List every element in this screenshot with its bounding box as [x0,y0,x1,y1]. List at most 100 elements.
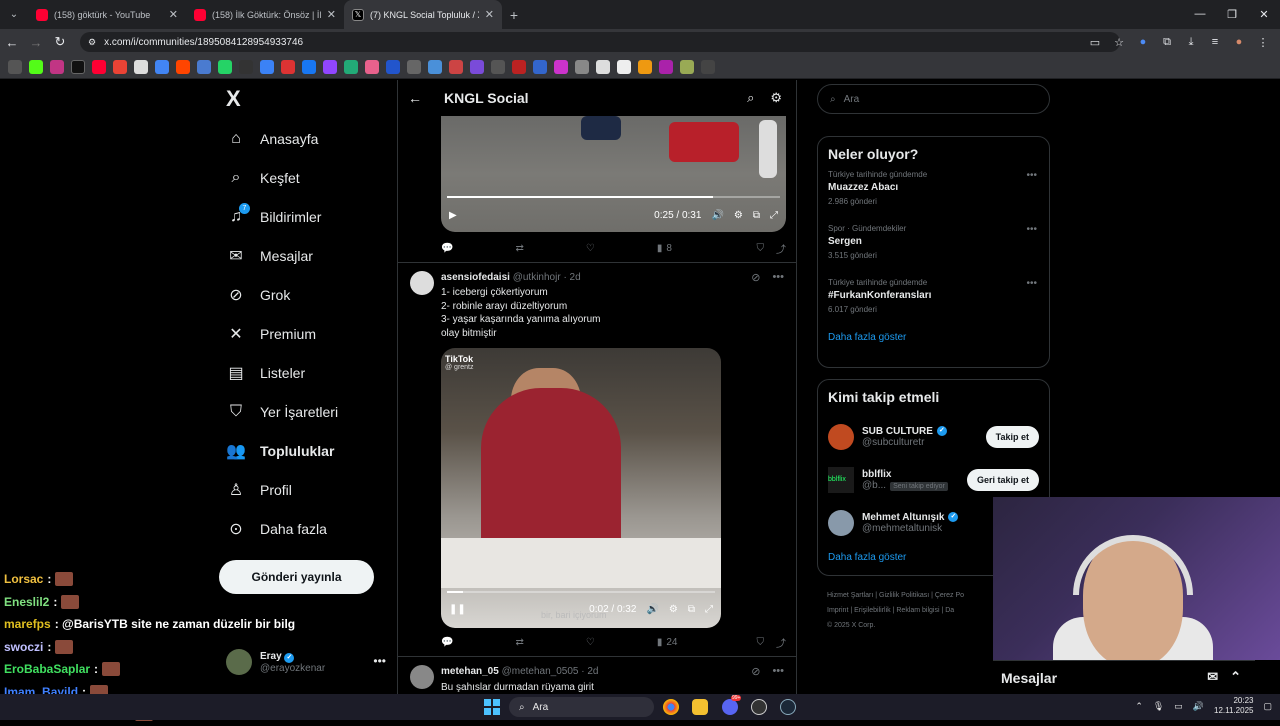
post[interactable]: metehan_05 @metehan_0505 · 2d ⊘ ••• Bu ş… [398,657,796,694]
browser-tab-active[interactable]: 𝕏 (7) KNGL Social Topluluk / X ✕ [344,0,502,29]
more-icon[interactable]: ••• [1026,170,1037,181]
trend-item[interactable]: Türkiye tarihinde gündemde Muazzez Abacı… [818,162,1049,216]
bookmark-icon[interactable] [449,59,463,74]
more-icon[interactable]: ••• [1026,278,1037,289]
x-logo[interactable]: X [226,86,241,112]
new-tab-button[interactable]: + [502,0,526,29]
post-author[interactable]: asensiofedaisi [441,272,510,283]
bookmark-icon[interactable] [260,59,274,74]
show-more-link[interactable]: Daha fazla göster [818,324,1049,355]
clock[interactable]: 20:23 12.11.2025 [1214,696,1253,716]
menu-icon[interactable]: ⋮ [1254,32,1272,52]
bookmark-icon[interactable] [323,59,337,74]
apps-icon[interactable] [8,59,22,74]
close-icon[interactable]: ✕ [169,8,178,21]
bookmark-icon[interactable] [491,59,505,74]
search-input[interactable]: ⌕ Ara [817,84,1050,114]
maximize-icon[interactable]: ❐ [1216,0,1248,28]
browser-tab[interactable]: (158) İlk Göktürk: Önsöz | İlk Tü ✕ [186,0,344,29]
sidebar-item-more[interactable]: ⊙ Daha fazla [220,509,390,548]
sidebar-item-bookmarks[interactable]: ⛉ Yer İşaretleri [220,392,390,431]
microphone-icon[interactable]: 🎙 [1153,701,1164,712]
taskbar-search[interactable]: ⌕ Ara [509,697,654,717]
notifications-icon[interactable]: ▢ [1263,701,1272,712]
puzzle-icon[interactable]: ⧉ [1158,32,1176,52]
bookmark-icon[interactable] [239,59,253,74]
browser-tab[interactable]: (158) göktürk - YouTube ✕ [28,0,186,29]
discord-icon[interactable] [722,699,738,715]
bookmark-icon[interactable]: ⛉ [757,637,765,648]
follow-back-button[interactable]: Geri takip et [966,468,1039,491]
sidebar-item-communities[interactable]: 👥 Topluluklar [220,431,390,470]
forward-icon[interactable]: → [24,35,48,50]
folder-icon[interactable] [692,699,708,715]
bookmark-icon[interactable] [617,59,631,74]
like-icon[interactable]: ♡ [586,637,595,648]
avatar-icon[interactable]: ● [1230,32,1248,52]
expand-icon[interactable]: ⌃ [1230,669,1241,685]
extension-icon[interactable]: ● [1134,32,1152,52]
follow-button[interactable]: Takip et [985,425,1039,448]
cast-icon[interactable]: ▭ [1086,32,1104,52]
bookmark-icon[interactable] [533,59,547,74]
avatar[interactable] [410,271,434,295]
gear-icon[interactable]: ⚙ [770,90,782,106]
chat-username[interactable]: swoczi [4,640,43,654]
sidebar-item-notifications[interactable]: ♫ 7 Bildirimler [220,197,390,236]
sidebar-item-messages[interactable]: ✉ Mesajlar [220,236,390,275]
follow-suggestion[interactable]: bblflix bblflix @b... Seni takip ediyor G… [818,458,1049,501]
share-icon[interactable]: ⤴ [776,635,786,650]
bookmark-icon[interactable] [701,59,715,74]
close-window-icon[interactable]: ✕ [1248,0,1280,28]
bookmark-icon[interactable] [554,59,568,74]
bookmark-icon[interactable] [365,59,379,74]
sidebar-item-grok[interactable]: ⊘ Grok [220,275,390,314]
video-progress[interactable] [447,591,715,593]
volume-icon[interactable]: 🔊 [646,604,658,615]
minimize-icon[interactable]: — [1184,0,1216,28]
back-arrow-icon[interactable]: ← [408,90,422,106]
views-button[interactable]: ▮ 8 [657,243,672,254]
bookmark-icon[interactable] [470,59,484,74]
chrome-icon[interactable] [663,699,679,715]
download-icon[interactable]: ⤓ [1182,32,1200,52]
steam-icon[interactable] [780,699,796,715]
pause-icon[interactable]: ❚❚ [449,604,466,615]
sidebar-item-home[interactable]: ⌂ Anasayfa [220,119,390,158]
bookmark-icon[interactable] [29,59,43,74]
search-icon[interactable]: ⌕ [747,90,754,106]
close-icon[interactable]: ✕ [327,8,336,21]
chat-username[interactable]: Lorsac [4,572,43,586]
bookmark-icon[interactable] [197,59,211,74]
bookmark-icon[interactable] [218,59,232,74]
reply-icon[interactable]: 💬 [441,637,453,648]
grok-icon[interactable]: ⊘ [751,665,760,678]
play-icon[interactable]: ▶ [449,210,457,221]
fullscreen-icon[interactable]: ⤢ [705,604,713,615]
bookmark-icon[interactable] [155,59,169,74]
bookmark-icon[interactable] [281,59,295,74]
trend-item[interactable]: Spor · Gündemdekiler Sergen 3.515 gönder… [818,216,1049,270]
sidebar-item-lists[interactable]: ▤ Listeler [220,353,390,392]
bookmark-icon[interactable] [71,59,85,74]
reading-list-icon[interactable]: ≡ [1206,32,1224,52]
messages-drawer[interactable]: Mesajlar ✉ ⌃ [993,660,1255,694]
display-icon[interactable]: ▭ [1174,701,1183,712]
pip-icon[interactable]: ⧉ [688,604,695,615]
bookmark-icon[interactable] [113,59,127,74]
windows-start-icon[interactable] [484,699,500,715]
like-icon[interactable]: ♡ [586,243,595,254]
volume-icon[interactable]: 🔊 [1193,701,1204,712]
sidebar-item-explore[interactable]: ⌕ Keşfet [220,158,390,197]
repost-icon[interactable]: ⇄ [515,637,523,648]
volume-icon[interactable]: 🔊 [711,210,723,221]
fullscreen-icon[interactable]: ⤢ [770,210,778,221]
views-button[interactable]: ▮ 24 [657,637,678,648]
bookmark-icon[interactable] [344,59,358,74]
bookmark-icon[interactable] [134,59,148,74]
star-icon[interactable]: ☆ [1110,32,1128,52]
chevron-up-icon[interactable]: ⌃ [1135,701,1143,712]
bookmark-icon[interactable] [302,59,316,74]
pip-icon[interactable]: ⧉ [753,210,760,221]
reply-icon[interactable]: 💬 [441,243,453,254]
